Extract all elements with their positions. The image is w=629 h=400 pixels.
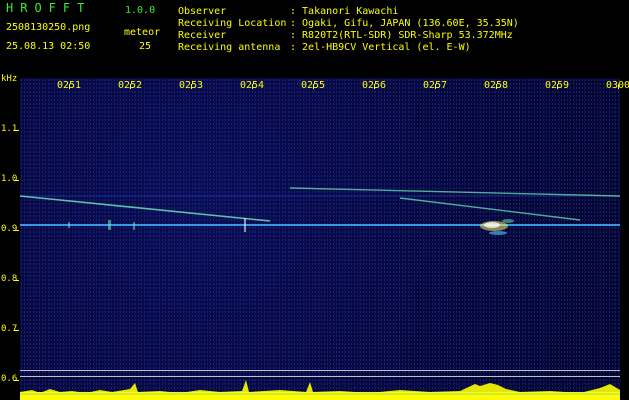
meteor-echo xyxy=(480,219,514,235)
x-tick-mark xyxy=(557,84,558,89)
spectrogram-traces xyxy=(20,187,620,235)
x-tick-mark xyxy=(130,84,131,89)
meteor-label: meteor xyxy=(124,27,161,38)
antenna-label: Receiving antenna xyxy=(178,42,281,53)
x-tick-mark xyxy=(618,84,619,89)
y-tick-label: 1.0 xyxy=(1,174,18,184)
y-tick-mark xyxy=(14,230,19,231)
x-tick-mark xyxy=(435,84,436,89)
image-timestamp: 25.08.13 02:50 xyxy=(6,41,91,52)
y-tick-mark xyxy=(14,380,19,381)
x-tick-mark xyxy=(252,84,253,89)
drift-trace-2 xyxy=(289,187,620,197)
y-tick-label: 1.1 xyxy=(1,124,18,134)
y-tick-mark xyxy=(14,130,19,131)
header-panel: HROFFT 1.0.0 2508130250.png 25.08.13 02:… xyxy=(0,0,629,78)
x-tick-mark xyxy=(374,84,375,89)
receiver-label: Receiver xyxy=(178,30,227,41)
observer-value: : Takanori Kawachi xyxy=(290,6,399,17)
baseline-lower xyxy=(20,376,620,377)
y-tick-mark xyxy=(14,180,19,181)
meteor-count: 25 xyxy=(139,41,152,52)
image-filename: 2508130250.png xyxy=(6,22,91,33)
y-tick-label: 0.6 xyxy=(1,374,18,384)
x-tick-mark xyxy=(496,84,497,89)
power-strip xyxy=(20,380,620,400)
y-tick-label: 0.7 xyxy=(1,324,18,334)
y-tick-mark xyxy=(14,330,19,331)
observer-label: Observer xyxy=(178,6,227,17)
location-label: Receiving Location xyxy=(178,18,287,29)
y-tick-label: 0.8 xyxy=(1,274,18,284)
spectrogram-area xyxy=(20,78,620,400)
x-tick-mark xyxy=(191,84,192,89)
x-tick-mark xyxy=(69,84,70,89)
y-tick-label: 0.9 xyxy=(1,224,18,234)
receiver-value: : R820T2(RTL-SDR) SDR-Sharp 53.372MHz xyxy=(290,30,513,41)
drift-trace-1 xyxy=(20,195,271,222)
drift-trace-3 xyxy=(399,197,581,221)
app-title: HROFFT xyxy=(6,1,92,15)
location-value: : Ogaki, Gifu, JAPAN (136.60E, 35.35N) xyxy=(290,18,519,29)
x-tick-mark xyxy=(313,84,314,89)
y-axis-unit: kHz xyxy=(1,74,18,84)
baseline-upper xyxy=(20,370,620,371)
app-version: 1.0.0 xyxy=(125,5,156,16)
antenna-value: : 2el-HB9CV Vertical (el. E-W) xyxy=(290,42,471,53)
y-tick-mark xyxy=(14,280,19,281)
